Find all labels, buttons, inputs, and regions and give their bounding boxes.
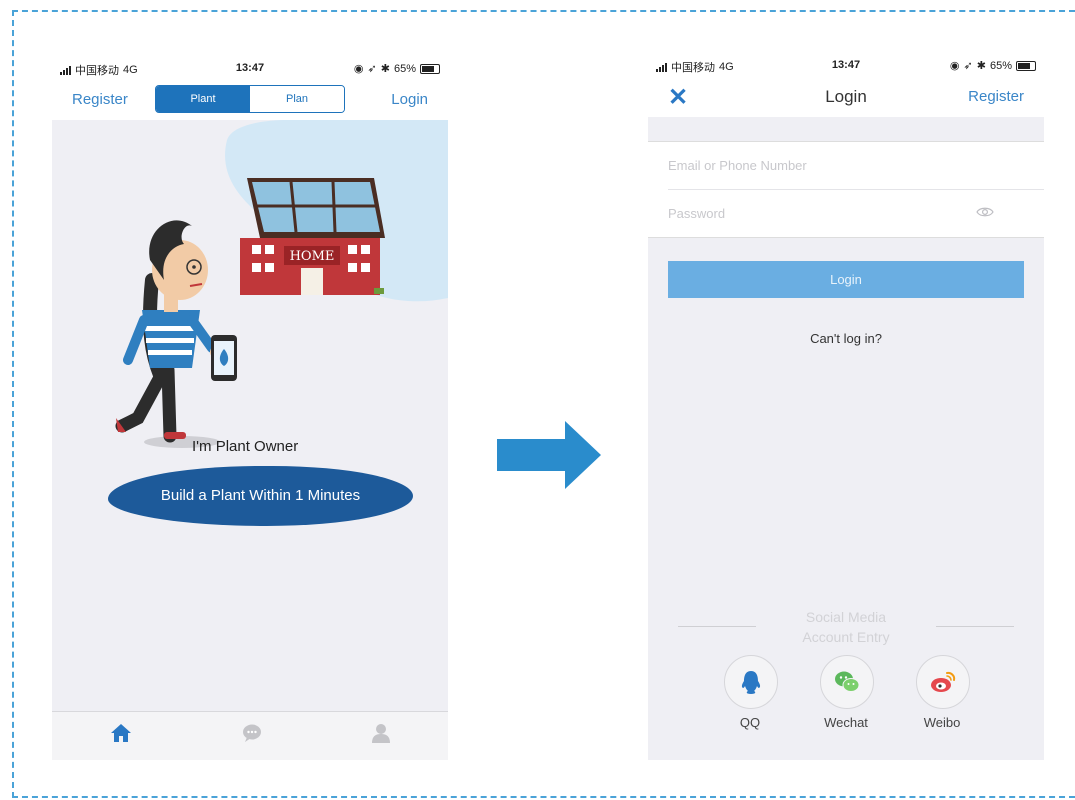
plant-owner-label: I'm Plant Owner bbox=[192, 438, 299, 455]
chat-icon[interactable] bbox=[241, 722, 263, 744]
bottom-tab-bar bbox=[52, 711, 448, 760]
login-button[interactable]: Login bbox=[668, 261, 1024, 298]
wechat-icon bbox=[835, 671, 860, 692]
social-heading-line2: Account Entry bbox=[802, 629, 890, 645]
plant-plan-segment: Plant Plan bbox=[155, 85, 345, 113]
password-input[interactable] bbox=[668, 190, 968, 237]
build-plant-button[interactable]: Build a Plant Within 1 Minutes bbox=[108, 466, 413, 526]
divider-right bbox=[936, 626, 1014, 627]
register-link[interactable]: Register bbox=[968, 88, 1024, 105]
home-icon[interactable] bbox=[110, 722, 132, 744]
house-icon: HOME bbox=[240, 178, 385, 295]
email-input[interactable] bbox=[668, 142, 968, 189]
alarm-icon: ➶ bbox=[367, 63, 377, 75]
weibo-label: Weibo bbox=[923, 715, 961, 730]
plant-intro-screen: 中国移动 4G 13:47 ◉ ➶ ✱ 65% Register Plant P… bbox=[52, 58, 448, 760]
person-icon bbox=[115, 220, 222, 448]
transition-arrow-icon bbox=[497, 421, 601, 489]
house-sign-text: HOME bbox=[290, 249, 335, 264]
bluetooth-icon: ✱ bbox=[380, 63, 390, 75]
eye-icon[interactable] bbox=[976, 206, 994, 218]
plant-owner-illustration: HOME bbox=[115, 120, 448, 448]
login-navigation: ✕ Login Register bbox=[648, 77, 1044, 117]
status-bar: 中国移动 4G 13:47 ◉ ➶ ✱ 65% bbox=[52, 58, 448, 80]
wechat-login-button[interactable] bbox=[820, 655, 874, 709]
login-link[interactable]: Login bbox=[391, 91, 428, 108]
email-field-row bbox=[668, 142, 1044, 190]
qq-icon bbox=[741, 671, 761, 694]
weibo-login-button[interactable] bbox=[916, 655, 970, 709]
battery-icon bbox=[1016, 60, 1036, 71]
social-heading-line1: Social Media bbox=[805, 609, 887, 625]
battery-icon bbox=[420, 63, 440, 74]
status-indicators: ◉ ➶ ✱ 65% bbox=[354, 62, 440, 75]
alarm-icon: ➶ bbox=[963, 60, 973, 72]
status-bar: 中国移动 4G 13:47 ◉ ➶ ✱ 65% bbox=[648, 55, 1044, 77]
login-form bbox=[648, 141, 1044, 238]
location-icon: ◉ bbox=[949, 60, 960, 72]
battery-percent: 65% bbox=[989, 59, 1012, 72]
login-screen: 中国移动 4G 13:47 ◉ ➶ ✱ 65% ✕ Login Register… bbox=[648, 55, 1044, 760]
smartphone-icon bbox=[211, 335, 237, 381]
wechat-label: Wechat bbox=[824, 715, 868, 730]
bluetooth-icon: ✱ bbox=[976, 60, 986, 72]
cant-login-link[interactable]: Can't log in? bbox=[648, 331, 1044, 346]
register-link[interactable]: Register bbox=[72, 91, 128, 108]
weibo-icon bbox=[931, 671, 956, 692]
qq-login-button[interactable] bbox=[724, 655, 778, 709]
qq-label: QQ bbox=[739, 715, 761, 730]
user-icon[interactable] bbox=[370, 722, 392, 744]
segment-plant[interactable]: Plant bbox=[156, 86, 250, 112]
social-media-heading: Social Media Account Entry bbox=[648, 607, 1044, 647]
segment-plan[interactable]: Plan bbox=[250, 86, 344, 112]
top-navigation: Register Plant Plan Login bbox=[52, 80, 448, 120]
location-icon: ◉ bbox=[353, 63, 364, 75]
status-indicators: ◉ ➶ ✱ 65% bbox=[950, 59, 1036, 72]
password-field-row bbox=[668, 190, 1044, 237]
battery-percent: 65% bbox=[393, 62, 416, 75]
